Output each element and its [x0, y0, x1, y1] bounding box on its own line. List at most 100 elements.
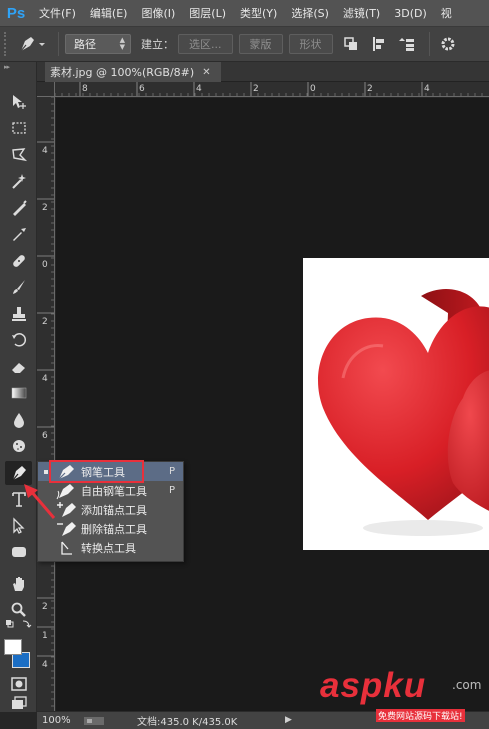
- tool-blur[interactable]: [5, 408, 32, 432]
- flyout-item-label: 删除锚点工具: [81, 522, 147, 536]
- menu-view[interactable]: 视: [434, 0, 459, 27]
- history-brush-icon: [11, 333, 26, 347]
- ruler-label: 2: [253, 84, 259, 94]
- bandage-icon: [12, 255, 25, 267]
- tool-gradient[interactable]: [5, 381, 32, 405]
- tool-move[interactable]: [5, 90, 32, 114]
- ruler-label: 6: [139, 84, 145, 94]
- tool-marquee[interactable]: [5, 116, 32, 140]
- menu-layer[interactable]: 图层(L): [182, 0, 233, 27]
- ruler-origin[interactable]: [37, 82, 55, 97]
- flyout-item-label: 自由钢笔工具: [81, 484, 147, 498]
- foreground-color-swatch[interactable]: [4, 639, 22, 655]
- zoom-icon: [11, 602, 26, 617]
- path-operations-icon[interactable]: [339, 32, 363, 56]
- ruler-label: 0: [310, 84, 316, 94]
- options-grip[interactable]: [4, 32, 10, 56]
- tool-eraser[interactable]: [5, 355, 32, 379]
- menu-bar: Ps 文件(F) 编辑(E) 图像(I) 图层(L) 类型(Y) 选择(S) 滤…: [0, 0, 489, 27]
- default-colors-control[interactable]: [5, 618, 32, 632]
- ruler-label: 2: [42, 317, 48, 327]
- close-icon[interactable]: ✕: [202, 67, 210, 78]
- tool-brush[interactable]: [5, 275, 32, 299]
- gradient-icon: [11, 387, 26, 399]
- tool-clone-stamp[interactable]: [5, 302, 32, 326]
- quick-mask-button[interactable]: [5, 672, 32, 696]
- marquee-icon: [11, 122, 26, 134]
- make-mask-button[interactable]: 蒙版: [238, 34, 283, 54]
- eraser-icon: [11, 363, 25, 373]
- document-tab[interactable]: 素材.jpg @ 100%(RGB/8#) ✕: [45, 62, 221, 82]
- ruler-label: 4: [42, 660, 48, 670]
- flyout-item-convert-point[interactable]: 转换点工具: [38, 538, 183, 557]
- path-arrangement-icon[interactable]: [395, 32, 419, 56]
- screen-mode-button[interactable]: [5, 694, 32, 712]
- crop-icon: [12, 200, 27, 216]
- make-shape-button[interactable]: 形状: [288, 34, 333, 54]
- menu-type[interactable]: 类型(Y): [233, 0, 284, 27]
- zoom-level-field[interactable]: 100%: [37, 715, 83, 726]
- pen-icon: [20, 37, 45, 52]
- tool-eyedropper[interactable]: [5, 222, 32, 246]
- vertical-ruler[interactable]: 42024681214: [37, 97, 55, 711]
- flyout-item-shortcut: P: [169, 485, 176, 496]
- selected-bullet-icon: [44, 469, 48, 474]
- tool-crop[interactable]: [5, 196, 32, 220]
- rounded-rectangle-icon: [11, 547, 26, 557]
- status-info-icon[interactable]: [83, 715, 105, 727]
- ruler-label: 4: [424, 84, 430, 94]
- ruler-label: 1: [42, 631, 48, 641]
- magic-wand-icon: [11, 174, 26, 189]
- watermark-main-text: aspku: [320, 666, 427, 705]
- watermark-suffix: .com: [452, 678, 482, 692]
- ruler-label: 4: [196, 84, 202, 94]
- menu-edit[interactable]: 编辑(E): [83, 0, 135, 27]
- menu-3d[interactable]: 3D(D): [387, 0, 434, 27]
- red-hearts-image: [318, 289, 489, 536]
- ruler-label: 4: [42, 374, 48, 384]
- tool-healing-brush[interactable]: [5, 249, 32, 273]
- hand-icon: [12, 577, 24, 591]
- ruler-label: 2: [42, 602, 48, 612]
- canvas-area[interactable]: [56, 98, 489, 711]
- path-alignment-icon[interactable]: [367, 32, 391, 56]
- tools-panel: ▸▸: [0, 62, 37, 712]
- pen-icon: [58, 464, 74, 479]
- tool-mode-select[interactable]: 路径 ▲ ▼: [65, 34, 131, 54]
- ruler-label: 8: [82, 84, 88, 94]
- red-arrow-annotation: [24, 484, 56, 519]
- ruler-label: 2: [367, 84, 373, 94]
- gear-icon[interactable]: [436, 32, 460, 56]
- tools-panel-header[interactable]: ▸▸: [0, 62, 36, 72]
- watermark: aspku .com 免费网站源码下载站!: [312, 666, 489, 724]
- flyout-item-label: 转换点工具: [81, 541, 136, 555]
- tool-dodge[interactable]: [5, 434, 32, 458]
- tool-history-brush[interactable]: [5, 328, 32, 352]
- make-selection-button[interactable]: 选区...: [178, 34, 233, 54]
- document-tab-title: 素材.jpg @ 100%(RGB/8#): [50, 66, 195, 79]
- eyedropper-icon: [12, 228, 26, 241]
- flyout-item-pen[interactable]: 钢笔工具 P: [38, 462, 183, 481]
- build-label: 建立：: [141, 38, 174, 51]
- menu-select[interactable]: 选择(S): [284, 0, 336, 27]
- delete-anchor-icon: [57, 521, 76, 536]
- menu-file[interactable]: 文件(F): [32, 0, 83, 27]
- menu-filter[interactable]: 滤镜(T): [336, 0, 387, 27]
- ruler-label: 0: [42, 260, 48, 270]
- screen-mode-icon: [11, 696, 27, 709]
- status-menu-arrow-icon[interactable]: ▶: [285, 715, 292, 725]
- tool-shape[interactable]: [5, 540, 32, 564]
- options-bar: 路径 ▲ ▼ 建立： 选区... 蒙版 形状: [0, 27, 489, 62]
- stamp-icon: [11, 307, 26, 321]
- tool-magic-wand[interactable]: [5, 169, 32, 193]
- sponge-icon: [12, 440, 25, 452]
- tool-hand[interactable]: [5, 572, 32, 596]
- tool-lasso[interactable]: [5, 143, 32, 167]
- tool-preset-picker[interactable]: [12, 30, 52, 58]
- document-image[interactable]: [303, 258, 489, 550]
- document-size-info: 文档:435.0 K/435.0K: [137, 717, 238, 728]
- ruler-label: 2: [42, 203, 48, 213]
- menu-image[interactable]: 图像(I): [134, 0, 182, 27]
- convert-point-icon: [61, 541, 72, 555]
- horizontal-ruler[interactable]: 8 6 4 2 0 2 4: [55, 82, 489, 97]
